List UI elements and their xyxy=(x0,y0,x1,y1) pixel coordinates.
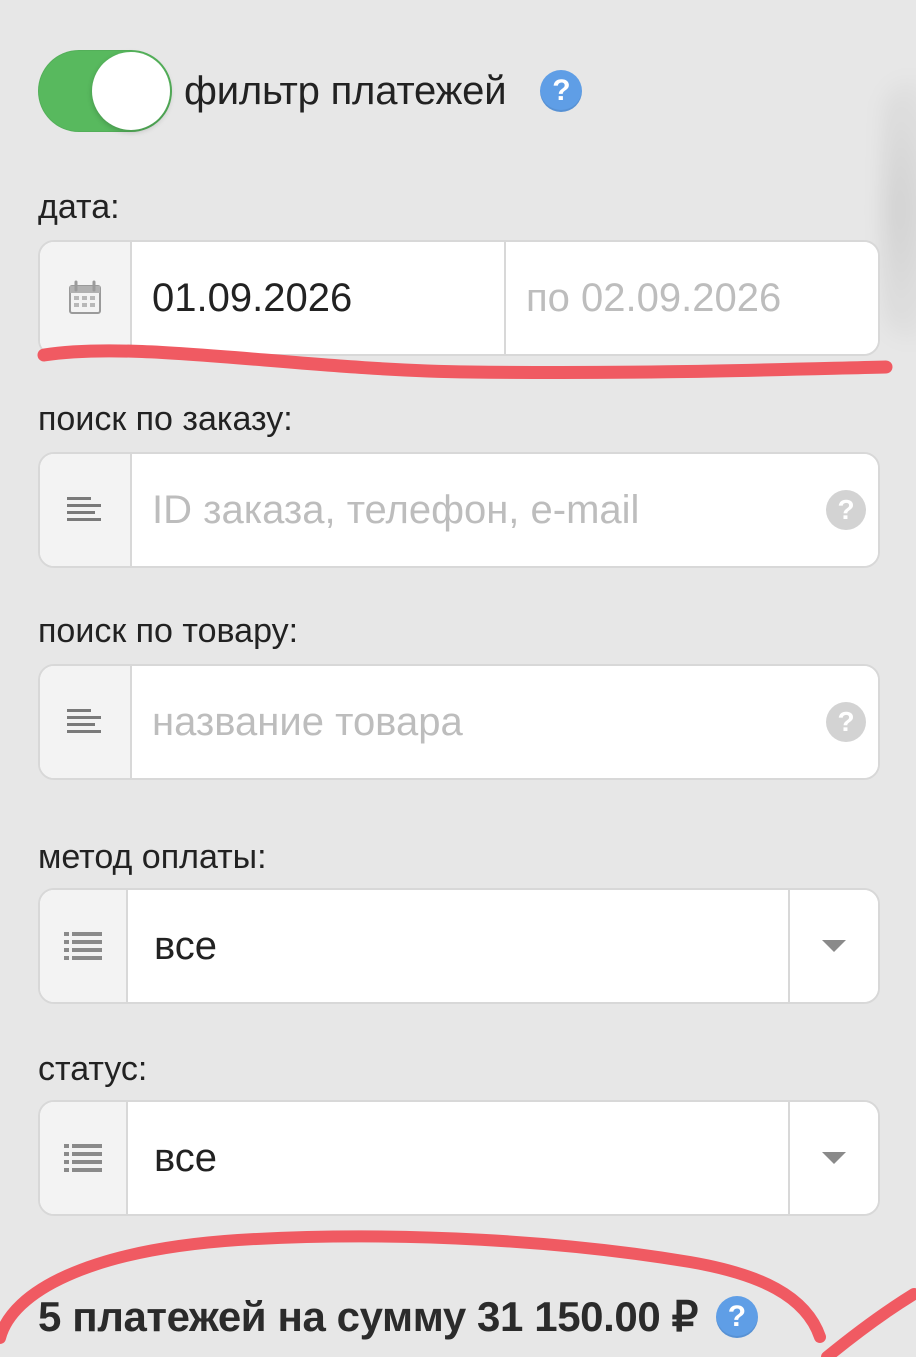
product-search-placeholder: название товара xyxy=(152,699,463,744)
list-icon xyxy=(64,1144,102,1172)
payment-method-label: метод оплаты: xyxy=(38,838,267,876)
date-from-value: 01.09.2026 xyxy=(152,275,353,320)
chevron-down-icon xyxy=(822,940,846,952)
product-search-input[interactable]: название товара ? xyxy=(132,666,878,778)
payment-filter-toggle[interactable] xyxy=(38,50,172,132)
date-to-input[interactable]: по 02.09.2026 xyxy=(506,242,878,354)
calendar-icon xyxy=(69,280,101,314)
help-icon-symbol: ? xyxy=(727,1299,747,1333)
status-dropdown-button[interactable] xyxy=(790,1102,878,1214)
help-icon-symbol: ? xyxy=(837,494,855,525)
right-edge-shadow xyxy=(884,80,916,340)
order-search-label: поиск по заказу: xyxy=(38,400,293,438)
status-selected: все xyxy=(154,1135,218,1180)
date-from-input[interactable]: 01.09.2026 xyxy=(132,242,506,354)
payment-filter-label: фильтр платежей xyxy=(184,68,507,113)
date-label: дата: xyxy=(38,188,120,226)
payment-method-select[interactable]: все xyxy=(38,888,880,1004)
calendar-addon xyxy=(40,242,132,354)
payment-filter-panel: фильтр платежей ? дата: 01.09.2026 по 02… xyxy=(0,0,916,1357)
order-search-placeholder: ID заказа, телефон, e-mail xyxy=(152,487,640,532)
order-search-help-icon[interactable]: ? xyxy=(826,490,866,530)
payment-filter-toggle-row: фильтр платежей ? xyxy=(38,50,583,132)
payment-method-addon xyxy=(40,890,128,1002)
status-value-cell[interactable]: все xyxy=(128,1102,790,1214)
help-icon-symbol: ? xyxy=(552,74,571,107)
summary-help-icon[interactable]: ? xyxy=(715,1295,758,1338)
toggle-knob[interactable] xyxy=(92,52,170,130)
chevron-down-icon xyxy=(822,1152,846,1164)
status-select[interactable]: все xyxy=(38,1100,880,1216)
status-addon xyxy=(40,1102,128,1214)
help-icon-symbol: ? xyxy=(837,706,855,737)
payment-filter-help-icon[interactable]: ? xyxy=(540,70,583,112)
status-label: статус: xyxy=(38,1050,148,1088)
product-search-help-icon[interactable]: ? xyxy=(826,702,866,742)
product-search-group: название товара ? xyxy=(38,664,880,780)
order-search-group: ID заказа, телефон, e-mail ? xyxy=(38,452,880,568)
list-icon xyxy=(64,932,102,960)
date-range-group: 01.09.2026 по 02.09.2026 xyxy=(38,240,880,356)
payments-summary: 5 платежей на сумму 31 150.00 ₽ ? xyxy=(38,1292,758,1341)
payments-summary-text: 5 платежей на сумму 31 150.00 ₽ xyxy=(38,1293,698,1340)
order-search-input[interactable]: ID заказа, телефон, e-mail ? xyxy=(132,454,878,566)
product-search-label: поиск по товару: xyxy=(38,612,299,650)
product-search-addon xyxy=(40,666,132,778)
align-left-icon xyxy=(67,497,101,521)
payment-method-selected: все xyxy=(154,923,218,968)
payment-method-value-cell[interactable]: все xyxy=(128,890,790,1002)
align-left-icon xyxy=(67,709,101,733)
payment-method-dropdown-button[interactable] xyxy=(790,890,878,1002)
date-to-placeholder: по 02.09.2026 xyxy=(526,275,782,320)
order-search-addon xyxy=(40,454,132,566)
